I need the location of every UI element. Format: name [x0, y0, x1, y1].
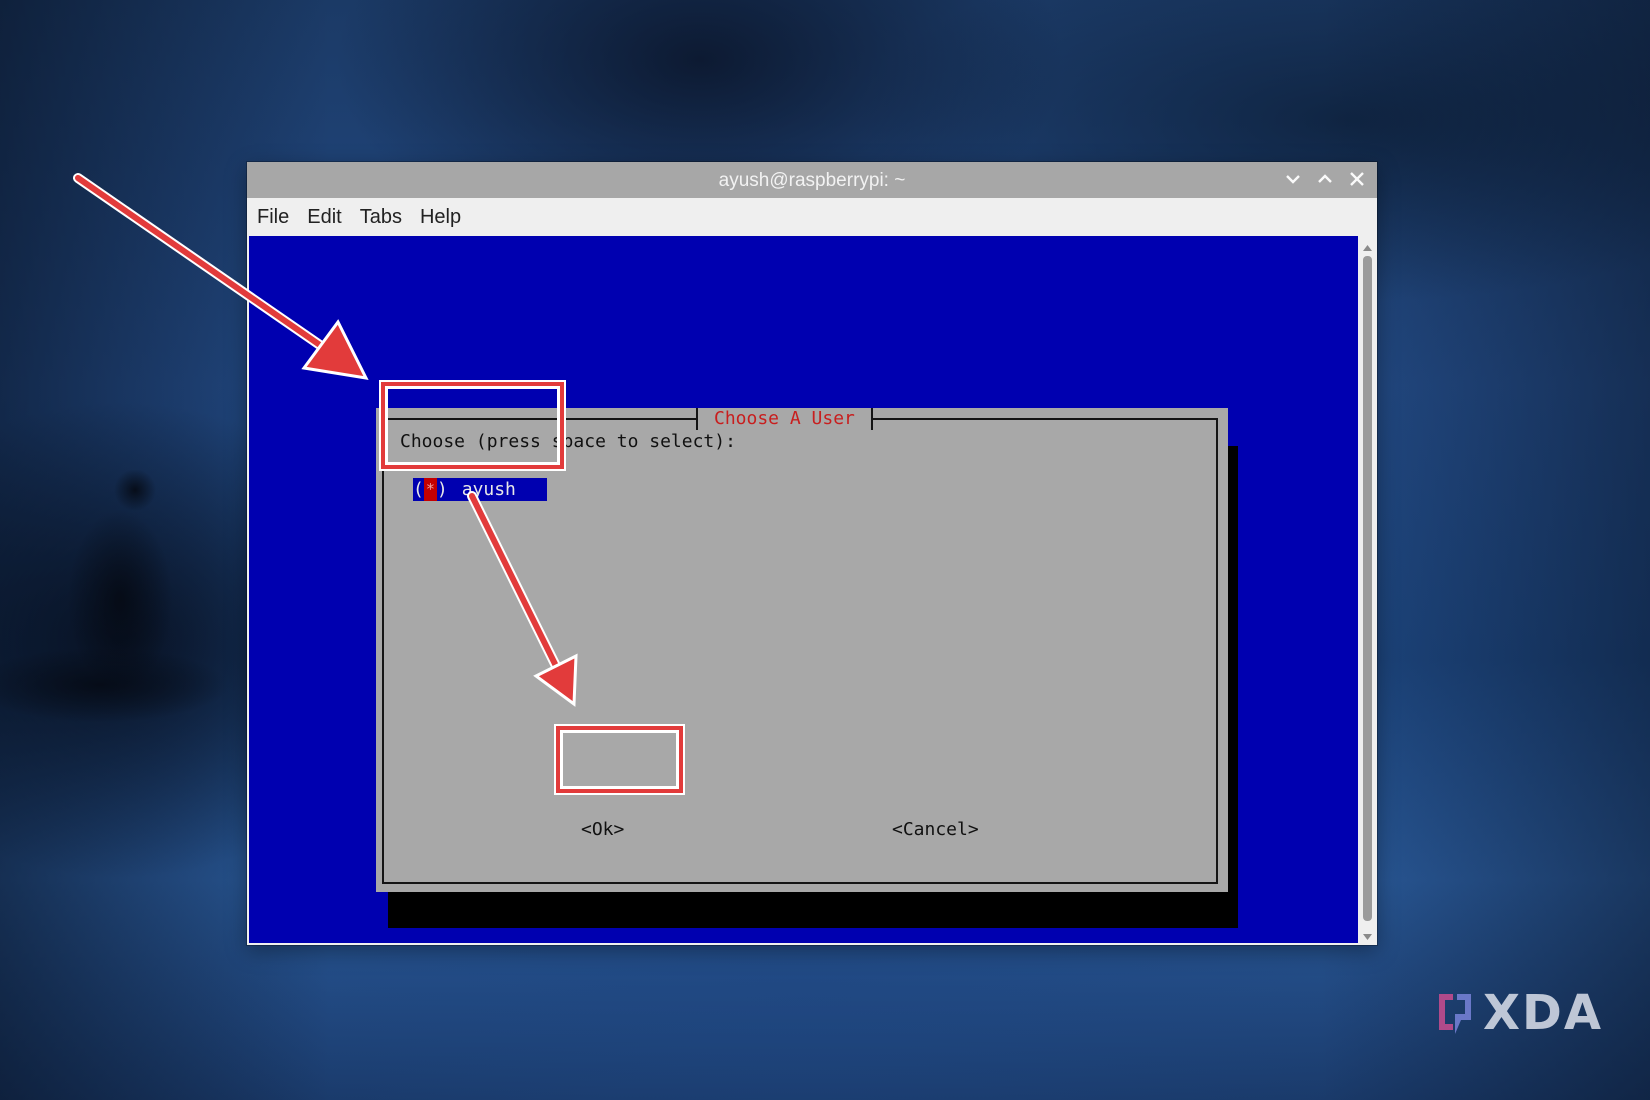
- window-title: ayush@raspberrypi: ~: [718, 170, 906, 191]
- wallpaper-boat-silhouette: [0, 640, 250, 730]
- xda-logo-text: XDA: [1483, 985, 1603, 1041]
- xda-logo-icon: [1439, 994, 1471, 1034]
- menu-bar: File Edit Tabs Help: [247, 198, 1377, 236]
- vertical-scrollbar[interactable]: [1360, 236, 1375, 943]
- terminal-window: ayush@raspberrypi: ~ File Edit Tabs Help…: [247, 162, 1377, 945]
- cancel-button[interactable]: <Cancel>: [892, 819, 979, 840]
- radio-selected-mark[interactable]: *: [423, 478, 437, 501]
- user-option-label: ayush: [461, 479, 516, 500]
- menu-help[interactable]: Help: [420, 206, 461, 229]
- title-bar[interactable]: ayush@raspberrypi: ~: [247, 162, 1377, 198]
- scroll-up-icon[interactable]: [1362, 240, 1373, 251]
- menu-file[interactable]: File: [257, 206, 289, 229]
- annotation-highlight-user-option: [381, 382, 564, 469]
- chevron-down-icon: [1286, 175, 1300, 184]
- scrollbar-thumb[interactable]: [1363, 256, 1372, 921]
- user-option-ayush[interactable]: ( * ) ayush: [413, 478, 547, 501]
- dialog-title: Choose A User: [696, 408, 873, 430]
- window-controls: [1283, 168, 1367, 190]
- radio-close-paren: ): [436, 479, 448, 500]
- minimize-button[interactable]: [1283, 168, 1303, 190]
- terminal-screen[interactable]: Choose A User Choose (press space to sel…: [249, 236, 1358, 943]
- chevron-up-icon: [1318, 174, 1332, 183]
- maximize-button[interactable]: [1315, 168, 1335, 190]
- scroll-down-icon[interactable]: [1362, 929, 1373, 940]
- menu-edit[interactable]: Edit: [307, 206, 341, 229]
- menu-tabs[interactable]: Tabs: [360, 206, 402, 229]
- close-button[interactable]: [1347, 168, 1367, 190]
- ok-button[interactable]: <Ok>: [581, 819, 624, 840]
- xda-watermark: XDA: [1433, 985, 1603, 1041]
- radio-open-paren: (: [413, 479, 424, 500]
- choose-user-dialog: Choose A User Choose (press space to sel…: [376, 408, 1228, 892]
- close-icon: [1350, 172, 1364, 186]
- annotation-highlight-ok-button: [556, 726, 683, 793]
